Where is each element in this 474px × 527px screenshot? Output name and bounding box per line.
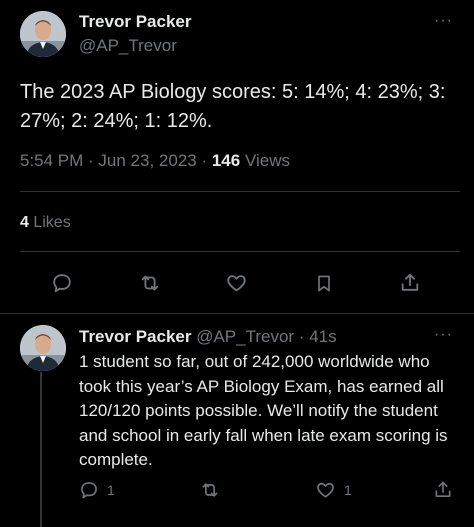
avatar-image — [20, 325, 66, 371]
reply-retweet-button[interactable] — [199, 480, 221, 500]
tweet-text: The 2023 AP Biology scores: 5: 14%; 4: 2… — [20, 81, 446, 132]
like-button[interactable] — [225, 272, 248, 294]
reply-text: 1 student so far, out of 242,000 worldwi… — [79, 352, 448, 469]
comment-icon — [53, 274, 71, 293]
reply-author-name[interactable]: Trevor Packer — [79, 327, 191, 346]
reply-time[interactable]: 41s — [309, 327, 336, 346]
reply-button[interactable] — [51, 272, 73, 294]
reply-reply-button[interactable]: 1 — [79, 480, 115, 500]
heart-icon — [227, 275, 246, 292]
comment-icon — [81, 482, 97, 499]
reply-like-button[interactable]: 1 — [315, 480, 352, 500]
reply-separator: · — [294, 327, 310, 346]
heart-icon — [317, 482, 334, 498]
divider — [0, 313, 474, 314]
retweet-button[interactable] — [138, 272, 162, 294]
meta-separator: · — [196, 151, 212, 170]
author-avatar[interactable] — [20, 11, 66, 57]
tweet-meta: 5:54 PM · Jun 23, 2023 · 146 Views — [20, 151, 290, 171]
tweet-time[interactable]: 5:54 PM — [20, 151, 83, 170]
share-icon — [435, 481, 451, 497]
divider — [20, 251, 460, 252]
reply-share-button[interactable] — [433, 479, 453, 500]
views-label: Views — [240, 151, 290, 170]
likes-label: Likes — [28, 214, 71, 231]
reply-header: Trevor Packer @AP_Trevor · 41s — [79, 327, 337, 347]
avatar-image — [20, 11, 66, 57]
meta-separator: · — [83, 151, 99, 170]
share-icon — [401, 273, 419, 291]
reply-author-handle[interactable]: @AP_Trevor — [196, 327, 294, 346]
bookmark-icon — [318, 275, 330, 292]
divider — [20, 191, 460, 192]
reply-reply-count: 1 — [107, 482, 115, 498]
reply-more-options-icon[interactable]: ··· — [434, 326, 453, 344]
tweet-date[interactable]: Jun 23, 2023 — [98, 151, 196, 170]
thread-line — [40, 372, 42, 527]
retweet-icon — [141, 275, 159, 291]
share-button[interactable] — [399, 271, 421, 294]
bookmark-button[interactable] — [314, 272, 334, 295]
reply-like-count: 1 — [344, 482, 352, 498]
views-count: 146 — [211, 151, 241, 170]
author-name[interactable]: Trevor Packer — [79, 12, 191, 32]
author-handle[interactable]: @AP_Trevor — [79, 36, 177, 56]
retweet-icon — [202, 483, 218, 497]
likes-count: 4 — [20, 214, 29, 231]
likes-summary[interactable]: 4 Likes — [20, 214, 71, 232]
reply-author-avatar[interactable] — [20, 325, 66, 371]
more-options-icon[interactable]: ··· — [434, 12, 453, 30]
